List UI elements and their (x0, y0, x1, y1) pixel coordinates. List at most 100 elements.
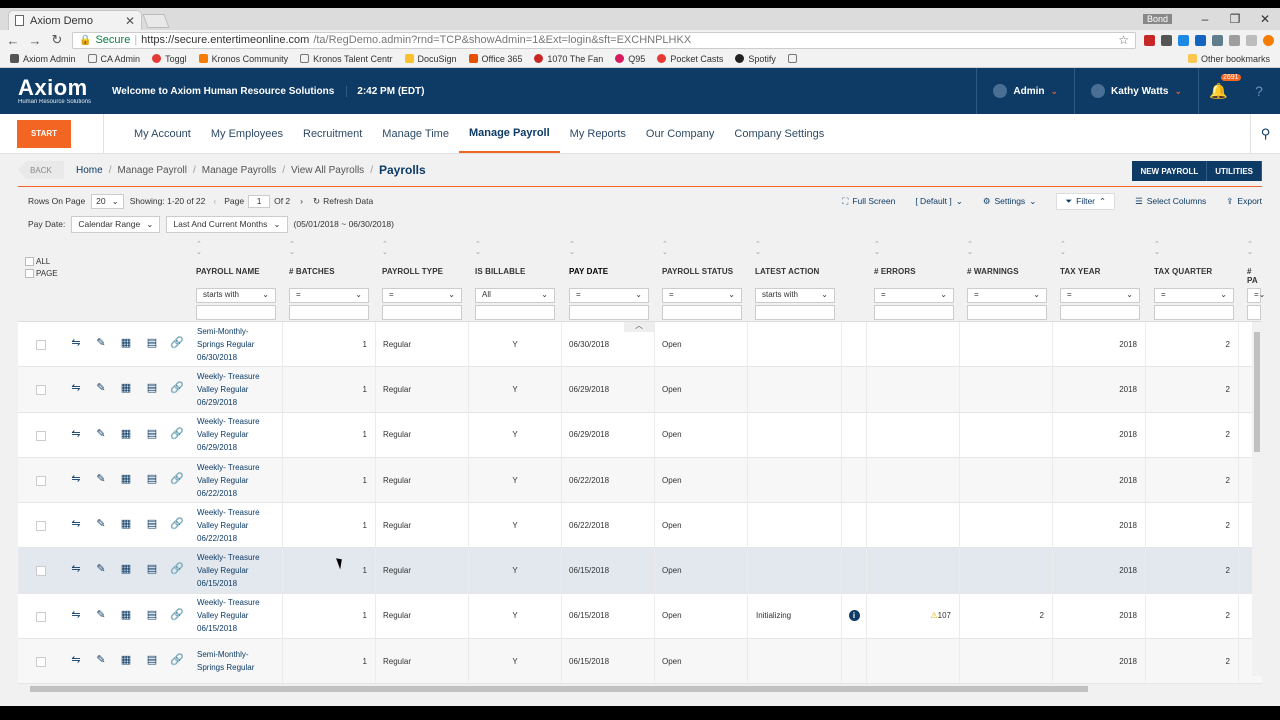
nav-manage-payroll[interactable]: Manage Payroll (458, 114, 560, 153)
link-icon[interactable]: 🔗 (170, 562, 184, 576)
back-button[interactable]: BACK (18, 161, 64, 179)
range-select[interactable]: Last And Current Months ⌄ (166, 215, 288, 233)
swap-icon[interactable]: ⇋ (69, 608, 83, 622)
other-bookmarks[interactable]: Other bookmarks (1187, 54, 1270, 64)
filter-operator-select[interactable]: = ⌄ (569, 288, 649, 303)
report-icon[interactable]: ▤ (145, 336, 159, 350)
column-header[interactable]: ⌃ ⌄ # ERRORS (874, 238, 916, 284)
column-header[interactable]: ⌃ ⌄ TAX YEAR (1060, 238, 1101, 284)
bookmark-item[interactable] (787, 54, 797, 63)
select-page-checkbox[interactable] (25, 269, 34, 279)
table-row[interactable]: ⇋ ✎ ▦ ▤ 🔗 Weekly- Treasure Valley Regular 06/15… (18, 593, 1262, 640)
extension-red-icon[interactable] (1144, 34, 1155, 46)
column-header[interactable]: ⌃ ⌄ IS BILLABLE (475, 238, 525, 284)
refresh-data-button[interactable]: ↻ Refresh Data (313, 196, 373, 207)
nav-my-employees[interactable]: My Employees (201, 114, 293, 153)
link-icon[interactable]: 🔗 (170, 608, 184, 622)
swap-icon[interactable]: ⇋ (69, 336, 83, 350)
filter-operator-select[interactable]: = ⌄ (662, 288, 742, 303)
column-header[interactable]: ⌃ ⌄ LATEST ACTION (755, 238, 819, 284)
range-type-select[interactable]: Calendar Range ⌄ (71, 215, 161, 233)
sort-icon[interactable]: ⌃ ⌄ (1247, 241, 1262, 257)
filter-value-input[interactable] (196, 305, 276, 320)
sort-icon[interactable]: ⌃ ⌄ (1060, 241, 1101, 257)
report-icon[interactable]: ▤ (145, 427, 159, 441)
bookmark-item[interactable]: Spotify (735, 54, 776, 64)
filter-operator-select[interactable]: = ⌄ (382, 288, 462, 303)
extension-blue-icon[interactable] (1178, 34, 1189, 46)
bookmark-item[interactable]: Pocket Casts (657, 54, 723, 64)
edit-icon[interactable]: ✎ (94, 517, 108, 531)
column-header[interactable]: ⌃ ⌄ # WARNINGS (967, 238, 1019, 284)
search-icon[interactable]: ⚲ (1250, 114, 1280, 154)
crumb-manage-payroll[interactable]: Manage Payroll (117, 165, 186, 176)
axiom-logo[interactable]: Axiom Human Resource Solutions (0, 77, 100, 106)
swap-icon[interactable]: ⇋ (69, 517, 83, 531)
swap-icon[interactable]: ⇋ (69, 653, 83, 667)
vertical-scrollbar[interactable] (1252, 322, 1262, 676)
edit-icon[interactable]: ✎ (94, 427, 108, 441)
report-icon[interactable]: ▤ (145, 562, 159, 576)
swap-icon[interactable]: ⇋ (69, 427, 83, 441)
payroll-name-link[interactable]: Weekly- Treasure Valley Regular 06/22/2018 (190, 503, 283, 548)
filter-value-input[interactable] (874, 305, 954, 320)
filter-value-input[interactable] (475, 305, 555, 320)
swap-icon[interactable]: ⇋ (69, 562, 83, 576)
sort-icon[interactable]: ⌃ ⌄ (196, 241, 260, 257)
select-all-checkbox[interactable] (25, 257, 34, 267)
close-tab-icon[interactable]: ✕ (125, 14, 135, 28)
settings-button[interactable]: ⚙ Settings ⌄ (983, 196, 1036, 207)
export-button[interactable]: ⇪ Export (1226, 196, 1262, 207)
sort-icon[interactable]: ⌃ ⌄ (1154, 241, 1212, 257)
utilities-button[interactable]: UTILITIES (1207, 161, 1262, 181)
rows-on-page-select[interactable]: 20 ⌄ (91, 193, 124, 209)
filter-operator-select[interactable]: = ⌄ (1154, 288, 1234, 303)
admin-menu[interactable]: Admin ⌄ (976, 68, 1074, 114)
browser-tab[interactable]: Axiom Demo ✕ (8, 10, 142, 30)
horizontal-scrollbar[interactable] (18, 684, 1250, 694)
extension-puzzle-icon[interactable] (1246, 34, 1257, 46)
calculator-icon[interactable]: ▦ (119, 472, 133, 486)
nav-my-reports[interactable]: My Reports (560, 114, 636, 153)
select-page[interactable]: PAGE (25, 268, 58, 280)
link-icon[interactable]: 🔗 (170, 472, 184, 486)
nav-our-company[interactable]: Our Company (636, 114, 724, 153)
bookmark-item[interactable]: Axiom Admin (10, 54, 76, 64)
nav-company-settings[interactable]: Company Settings (724, 114, 834, 153)
row-checkbox[interactable] (36, 475, 46, 486)
link-icon[interactable]: 🔗 (170, 381, 184, 395)
sort-icon[interactable]: ⌃ ⌄ (289, 241, 335, 257)
column-header[interactable]: ⌃ ⌄ TAX QUARTER (1154, 238, 1212, 284)
sort-icon[interactable]: ⌃ ⌄ (874, 241, 916, 257)
filter-operator-select[interactable]: starts with ⌄ (755, 288, 835, 303)
filter-operator-select[interactable]: = ⌄ (289, 288, 369, 303)
calculator-icon[interactable]: ▦ (119, 336, 133, 350)
swap-icon[interactable]: ⇋ (69, 472, 83, 486)
payroll-name-link[interactable]: Weekly- Treasure Valley Regular 06/29/2018 (190, 412, 283, 457)
calculator-icon[interactable]: ▦ (119, 517, 133, 531)
bookmark-item[interactable]: Kronos Community (198, 54, 288, 64)
calculator-icon[interactable]: ▦ (119, 653, 133, 667)
row-checkbox[interactable] (36, 611, 46, 622)
payroll-name-link[interactable]: Weekly- Treasure Valley Regular 06/22/2018 (190, 457, 283, 503)
new-payroll-button[interactable]: NEW PAYROLL (1132, 161, 1208, 181)
table-row[interactable]: ⇋ ✎ ▦ ▤ 🔗 Semi-Monthly- Springs Regular 1 Regula… (18, 639, 1262, 685)
link-icon[interactable]: 🔗 (170, 517, 184, 531)
sort-icon[interactable]: ⌃ ⌄ (967, 241, 1019, 257)
filter-value-input[interactable] (289, 305, 369, 320)
table-row[interactable]: ⇋ ✎ ▦ ▤ 🔗 Semi-Monthly- Springs Regular 06/30/2… (18, 322, 1262, 368)
filter-button[interactable]: ⏷ Filter ⌃ (1056, 192, 1116, 210)
sort-icon[interactable]: ⌃ ⌄ (755, 241, 819, 257)
bookmark-item[interactable]: 1070 The Fan (534, 54, 603, 64)
close-window-icon[interactable]: ✕ (1250, 12, 1280, 26)
filter-value-input[interactable] (569, 305, 649, 320)
calculator-icon[interactable]: ▦ (119, 427, 133, 441)
select-all[interactable]: ALL (25, 256, 58, 268)
column-header[interactable]: ⌃ ⌄ PAYROLL TYPE (382, 238, 443, 284)
report-icon[interactable]: ▤ (145, 653, 159, 667)
profile-label[interactable]: Bond (1142, 14, 1172, 24)
back-arrow-icon[interactable]: ← (6, 33, 20, 48)
edit-icon[interactable]: ✎ (94, 336, 108, 350)
filter-value-input[interactable] (1247, 305, 1261, 320)
payroll-name-link[interactable]: Weekly- Treasure Valley Regular 06/29/2018 (190, 367, 283, 412)
